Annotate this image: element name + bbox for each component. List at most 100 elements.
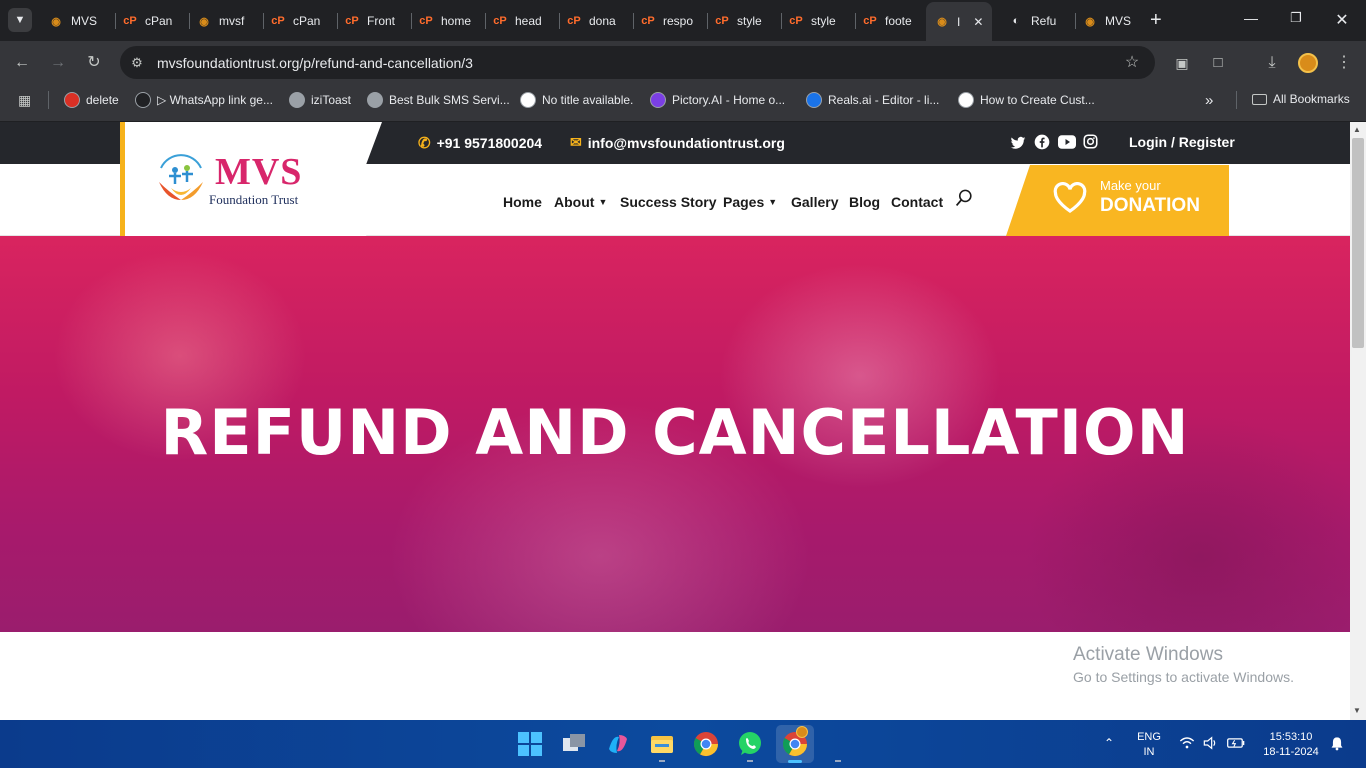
twitter-icon[interactable] <box>1010 135 1026 151</box>
menu-icon[interactable]: ⋮ <box>1333 52 1355 74</box>
instagram-icon[interactable] <box>1083 134 1098 149</box>
nav-item-contact[interactable]: Contact <box>891 194 943 210</box>
phone-icon: ✆ <box>418 135 431 152</box>
scroll-down-icon[interactable]: ▼ <box>1353 706 1361 715</box>
copilot-icon[interactable] <box>605 731 631 757</box>
bookmarks-overflow-icon[interactable]: » <box>1205 92 1213 109</box>
tab-active[interactable]: ◉ I ✕ <box>926 2 992 41</box>
url-text[interactable]: mvsfoundationtrust.org/p/refund-and-canc… <box>157 55 473 71</box>
site-logo[interactable]: MVS Foundation Trust <box>155 151 320 210</box>
camera-icon[interactable]: ▣ <box>1171 52 1193 74</box>
restore-button[interactable]: ❐ <box>1286 10 1306 26</box>
back-icon[interactable]: ← <box>11 52 33 74</box>
volume-icon[interactable] <box>1203 736 1219 750</box>
browser-tab[interactable]: cP home <box>418 8 476 34</box>
browser-tab[interactable]: ◉ MVS <box>48 8 106 34</box>
bookmark-item[interactable]: iziToast <box>289 92 351 108</box>
youtube-icon[interactable] <box>1058 135 1076 149</box>
bookmark-divider <box>1236 91 1237 109</box>
tab-label: dona <box>589 14 616 28</box>
chrome-active-icon[interactable] <box>776 725 814 763</box>
nav-item-blog[interactable]: Blog <box>849 194 880 210</box>
browser-tab[interactable]: cP cPan <box>122 8 180 34</box>
site-info-icon[interactable]: ⚙ <box>126 52 148 74</box>
browser-tab[interactable]: cP style <box>788 8 846 34</box>
reload-icon[interactable]: ↻ <box>83 52 105 74</box>
file-explorer-icon[interactable] <box>649 731 675 757</box>
tab-search-button[interactable]: ▼ <box>8 8 32 32</box>
bookmark-item[interactable]: No title available. <box>520 92 633 108</box>
tab-separator <box>263 13 264 29</box>
all-bookmarks[interactable]: All Bookmarks <box>1252 92 1350 106</box>
login-register-link[interactable]: Login / Register <box>1129 134 1235 150</box>
browser-tab[interactable]: ◉ MVS <box>1082 8 1140 34</box>
chrome-icon[interactable] <box>693 731 719 757</box>
show-hidden-icons[interactable]: ⌃ <box>1104 736 1114 750</box>
browser-tab[interactable]: cP style <box>714 8 772 34</box>
nav-item-pages[interactable]: Pages ▼ <box>723 194 777 210</box>
globe-icon: ◐ <box>1012 15 1020 27</box>
facebook-icon[interactable] <box>1034 134 1050 150</box>
browser-tab[interactable]: cP Front <box>344 8 402 34</box>
tab-separator <box>633 13 634 29</box>
scrollbar-thumb[interactable] <box>1352 138 1364 348</box>
browser-tab[interactable]: ◐ Refu <box>1008 8 1066 34</box>
cpanel-icon: cP <box>123 15 137 27</box>
minimize-button[interactable]: — <box>1241 10 1261 26</box>
nav-label: About <box>554 194 595 210</box>
bookmark-item[interactable]: delete <box>64 92 119 108</box>
profile-badge <box>796 726 808 738</box>
task-view-icon[interactable] <box>561 731 587 757</box>
bookmark-favicon-icon <box>958 92 974 108</box>
clock-date: 18-11-2024 <box>1263 746 1319 758</box>
battery-icon[interactable] <box>1227 737 1245 749</box>
phone-number: +91 9571800204 <box>436 135 543 151</box>
browser-tab[interactable]: cP foote <box>862 8 920 34</box>
new-tab-button[interactable]: + <box>1150 9 1162 32</box>
download-icon[interactable]: ⤓ <box>1261 52 1283 74</box>
bookmark-item[interactable]: Pictory.AI - Home o... <box>650 92 785 108</box>
tab-label: Refu <box>1031 14 1057 28</box>
close-window-button[interactable]: ✕ <box>1332 10 1352 30</box>
browser-tab[interactable]: cP head <box>492 8 550 34</box>
extensions-icon[interactable]: □ <box>1207 52 1229 74</box>
bookmark-item[interactable]: ▷ WhatsApp link ge... <box>135 92 273 108</box>
donation-button[interactable]: Make your DONATION <box>1006 165 1229 236</box>
start-button-icon[interactable] <box>517 731 543 757</box>
nav-item-home[interactable]: Home <box>503 194 542 210</box>
browser-tab[interactable]: cP cPan <box>270 8 328 34</box>
whatsapp-icon[interactable] <box>737 731 763 757</box>
tab-label: home <box>441 14 472 28</box>
tab-separator <box>781 13 782 29</box>
browser-tab[interactable]: cP dona <box>566 8 624 34</box>
tab-close-icon[interactable]: ✕ <box>973 15 983 29</box>
mvs-favicon: ◉ <box>199 15 209 28</box>
forward-icon[interactable]: → <box>47 52 69 74</box>
email-contact[interactable]: ✉ info@mvsfoundationtrust.org <box>570 134 785 151</box>
bookmark-favicon-icon <box>806 92 822 108</box>
browser-tab[interactable]: ◉ mvsf <box>196 8 254 34</box>
search-icon[interactable] <box>955 188 974 207</box>
apps-grid-icon[interactable]: ▦ <box>18 92 34 108</box>
bookmark-favicon-icon <box>650 92 666 108</box>
browser-tab[interactable]: cP respo <box>640 8 698 34</box>
region-code: IN <box>1143 746 1155 758</box>
notification-bell-icon[interactable] <box>1330 736 1344 751</box>
bookmark-item[interactable]: Reals.ai - Editor - li... <box>806 92 939 108</box>
scroll-up-icon[interactable]: ▲ <box>1353 125 1361 134</box>
system-clock[interactable]: 15:53:10 18-11-2024 <box>1256 731 1326 758</box>
bookmark-star-icon[interactable]: ☆ <box>1121 52 1143 74</box>
wifi-icon[interactable] <box>1179 736 1195 750</box>
bookmark-item[interactable]: How to Create Cust... <box>958 92 1095 108</box>
nav-item-success-story[interactable]: Success Story <box>620 194 717 210</box>
nav-item-gallery[interactable]: Gallery <box>791 194 838 210</box>
tab-separator <box>559 13 560 29</box>
page-title: REFUND AND CANCELLATION <box>160 396 1190 469</box>
profile-avatar[interactable] <box>1298 53 1318 73</box>
bookmark-item[interactable]: Best Bulk SMS Servi... <box>367 92 510 108</box>
tab-label: MVS <box>1105 14 1132 28</box>
language-indicator[interactable]: ENG IN <box>1135 731 1163 758</box>
nav-item-about[interactable]: About ▼ <box>554 194 607 210</box>
bookmark-label: No title available. <box>542 93 634 107</box>
phone-contact[interactable]: ✆ +91 9571800204 <box>418 134 542 152</box>
